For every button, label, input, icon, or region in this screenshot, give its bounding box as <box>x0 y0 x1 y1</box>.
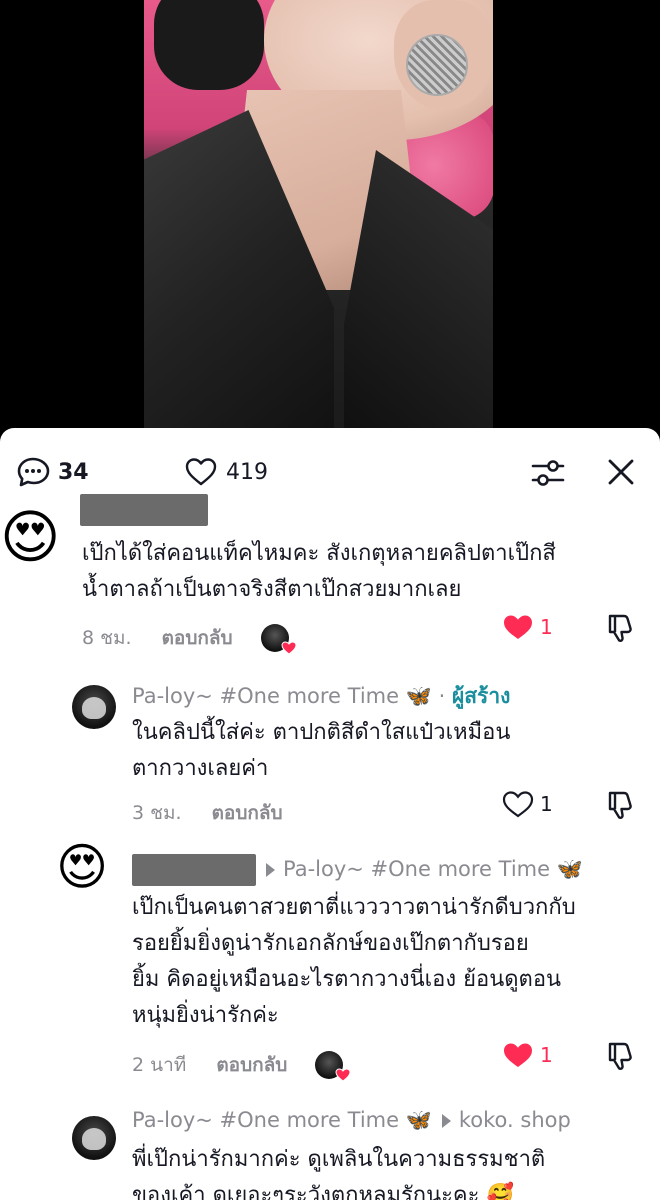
video-player[interactable] <box>0 0 660 440</box>
comment-text-line: น้ำตาลถ้าเป็นตาจริงสีตาเป๊กสวยมากเลย <box>82 577 462 602</box>
heart-outline-icon <box>185 458 217 486</box>
heart-filled-icon <box>504 615 532 639</box>
heart-badge-icon <box>335 1068 351 1082</box>
thumbs-down-icon[interactable] <box>606 789 636 821</box>
timestamp: 3 ชม. <box>132 802 182 824</box>
redacted-username <box>132 854 256 886</box>
reply-target[interactable]: Pa-loy~ #One more Time 🦋 <box>256 857 583 882</box>
close-icon[interactable] <box>604 455 638 489</box>
heart-outline-icon <box>502 791 534 818</box>
comment-like[interactable]: 1 <box>502 1040 553 1070</box>
comment-text: พี่เป๊กน่ารักมากค่ะ ดูเพลินในความธรรมชาต… <box>132 1142 545 1200</box>
creator-liked-avatar <box>315 1051 351 1082</box>
creator-avatar[interactable] <box>72 1116 116 1160</box>
like-count-value: 1 <box>540 615 553 639</box>
comment-text: เป๊กเป็นคนตาสวยตาตี่แวววาวตาน่ารักดีบวกก… <box>132 890 576 1034</box>
hair <box>154 0 264 90</box>
comment-like[interactable]: 1 <box>502 789 553 819</box>
reply-button[interactable]: ตอบกลับ <box>212 798 283 828</box>
reply-target-name: koko. shop <box>458 1108 571 1132</box>
comment-text-line: ของเค้า ดูเยอะๆระวังตกหลุมรักนะคะ 🥰 <box>132 1183 514 1200</box>
like-count-value: 1 <box>540 792 553 816</box>
heart-filled-icon <box>504 1043 532 1067</box>
comment-text-line: พี่เป๊กน่ารักมากค่ะ ดูเพลินในความธรรมชาต… <box>132 1147 546 1172</box>
video-frame[interactable] <box>144 0 493 428</box>
like-count-value: 1 <box>540 1043 553 1067</box>
reply-arrow-icon <box>266 863 275 877</box>
creator-avatar[interactable] <box>72 685 116 729</box>
reply-target-name: Pa-loy~ #One more Time 🦋 <box>283 857 583 881</box>
reply-arrow-icon <box>441 1114 451 1128</box>
username[interactable]: Pa-loy~ #One more Time 🦋 · ผู้สร้าง <box>132 680 510 713</box>
redacted-username <box>80 494 208 526</box>
username[interactable]: Pa-loy~ #One more Time 🦋 koko. shop <box>132 1108 571 1133</box>
comment-like[interactable]: 1 <box>502 612 553 642</box>
comment-text: ในคลิปนี้ใส่ค่ะ ตาปกติสีดำใสแป๋วเหมือน ต… <box>132 715 510 787</box>
comment-text-line: หนุ่มยิ่งน่ารักค่ะ <box>132 1003 279 1028</box>
username-text: Pa-loy~ #One more Time 🦋 <box>132 684 432 708</box>
comment-meta: 2 นาที ตอบกลับ <box>132 1050 351 1082</box>
heart-badge-icon <box>281 641 297 655</box>
reply-button[interactable]: ตอบกลับ <box>162 623 233 653</box>
thumbs-down-icon[interactable] <box>606 612 636 644</box>
comment-count-value: 34 <box>58 459 89 485</box>
creator-label: ผู้สร้าง <box>451 684 511 708</box>
reply-button[interactable]: ตอบกลับ <box>216 1050 287 1080</box>
comment-text-line: เป๊กเป็นคนตาสวยตาตี่แวววาวตาน่ารักดีบวกก… <box>132 895 576 920</box>
comments-panel: 34 419 😍 เป๊กได้ใส่คอนแท็คไหมคะ สังเกตุห… <box>0 428 660 1200</box>
comment-text-line: ตากวางเลยค่า <box>132 756 269 781</box>
comment-text-line: ยิ้ม คิดอยู่เหมือนอะไรตากวางนี่เอง ย้อนด… <box>132 967 562 992</box>
speech-bubble-icon <box>17 457 50 487</box>
comment-meta: 3 ชม. ตอบกลับ <box>132 798 283 828</box>
microphone <box>406 34 468 96</box>
comment-text-line: ในคลิปนี้ใส่ค่ะ ตาปกติสีดำใสแป๋วเหมือน <box>132 720 511 745</box>
comment-count[interactable]: 34 <box>16 455 89 489</box>
comment-text-line: เป๊กได้ใส่คอนแท็คไหมคะ สังเกตุหลายคลิปตา… <box>82 541 556 566</box>
thumbs-down-icon[interactable] <box>606 1040 636 1072</box>
like-count-value: 419 <box>226 459 268 485</box>
emoji-avatar[interactable]: 😍 <box>56 842 108 892</box>
comment-text: เป๊กได้ใส่คอนแท็คไหมคะ สังเกตุหลายคลิปตา… <box>82 536 556 608</box>
timestamp: 8 ชม. <box>82 627 132 649</box>
emoji-avatar[interactable]: 😍 <box>0 508 60 566</box>
like-count[interactable]: 419 <box>184 455 268 489</box>
username-text: Pa-loy~ #One more Time 🦋 <box>132 1108 432 1132</box>
creator-liked-avatar <box>260 624 297 655</box>
comment-text-line: รอยยิ้มยิ่งดูน่ารักเอกลักษ์ของเป๊กตากับร… <box>132 931 529 956</box>
separator-dot: · <box>438 684 446 708</box>
sliders-icon[interactable] <box>530 455 566 491</box>
comment-meta: 8 ชม. ตอบกลับ <box>82 623 297 655</box>
timestamp: 2 นาที <box>132 1054 187 1076</box>
